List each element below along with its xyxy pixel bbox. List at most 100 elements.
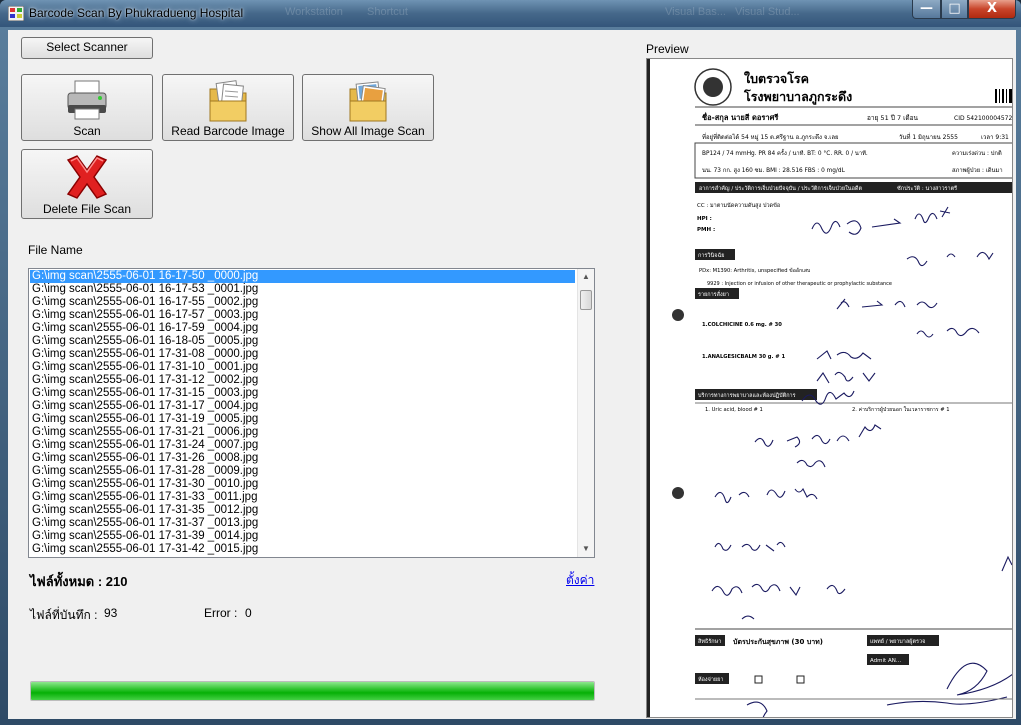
doc-service-2: 2. ค่าบริการผู้ป่วยนอก ในเวลาราชการ # 1 bbox=[852, 406, 950, 413]
doc-title: ใบตรวจโรค bbox=[744, 71, 809, 86]
doc-history-bar: อาการสำคัญ / ประวัติการเจ็บป่วยปัจจุบัน … bbox=[699, 184, 862, 192]
doc-services-bar: บริการทางการพยาบาลและห้องปฏิบัติการ bbox=[698, 392, 796, 399]
preview-label: Preview bbox=[646, 42, 689, 56]
maximize-button[interactable]: □ bbox=[941, 0, 968, 19]
saved-files-value: 93 bbox=[104, 606, 118, 620]
file-listbox[interactable]: G:\img scan\2555-06-01 16-17-50 _0000.jp… bbox=[28, 268, 595, 558]
show-all-images-button[interactable]: Show All Image Scan bbox=[302, 74, 434, 141]
doc-rx-1: 1.COLCHICINE 0.6 mg. # 30 bbox=[702, 322, 782, 328]
minimize-button[interactable]: — bbox=[912, 0, 941, 19]
scroll-thumb[interactable] bbox=[580, 290, 592, 310]
read-barcode-button[interactable]: Read Barcode Image bbox=[162, 74, 294, 141]
list-item[interactable]: G:\img scan\2555-06-01 17-31-19 _0005.jp… bbox=[30, 413, 575, 426]
doc-patient-age: อายุ 51 ปี 7 เดือน bbox=[867, 114, 919, 122]
doc-rx-bar: รายการสั่งยา bbox=[698, 290, 729, 298]
doc-pdx: PDx: M1390: Arthritis, unspecified ข้ออั… bbox=[699, 267, 810, 274]
doc-rx-2: 1.ANALGESICBALM 30 g. # 1 bbox=[702, 354, 785, 360]
file-list: G:\img scan\2555-06-01 16-17-50 _0000.jp… bbox=[30, 270, 575, 556]
list-item[interactable]: G:\img scan\2555-06-01 17-31-35 _0012.jp… bbox=[30, 504, 575, 517]
list-item[interactable]: G:\img scan\2555-06-01 17-31-24 _0007.jp… bbox=[30, 439, 575, 452]
progress-fill bbox=[31, 682, 594, 700]
total-files-label: ไฟล์ทั้งหมด : 210 bbox=[30, 574, 128, 589]
doc-patient-name: ชื่อ-สกุล นายสี ดอราศรี bbox=[702, 111, 779, 122]
doc-cc: CC : มาตามนัดความดันสูง ปวดข้อ bbox=[697, 202, 780, 209]
doc-service-1: 1. Uric acid, blood # 1 bbox=[705, 407, 763, 413]
list-item[interactable]: G:\img scan\2555-06-01 17-31-33 _0011.jp… bbox=[30, 491, 575, 504]
list-item[interactable]: G:\img scan\2555-06-01 17-31-28 _0009.jp… bbox=[30, 465, 575, 478]
list-item[interactable]: G:\img scan\2555-06-01 16-17-50 _0000.jp… bbox=[30, 270, 575, 283]
doc-history-right: ซักประวัติ : นางสาวราตรี bbox=[897, 185, 957, 192]
doc-admit: Admit AN... bbox=[870, 658, 901, 664]
scroll-down-arrow-icon[interactable]: ▼ bbox=[578, 541, 594, 557]
app-icon bbox=[8, 6, 24, 21]
doc-pmh: PMH : bbox=[697, 227, 715, 233]
doc-hpi: HPI : bbox=[697, 216, 712, 222]
doc-hospital-name: โรงพยาบาลภูกระดึง bbox=[743, 89, 852, 105]
maximize-icon: □ bbox=[948, 1, 961, 16]
list-item[interactable]: G:\img scan\2555-06-01 17-31-17 _0004.jp… bbox=[30, 400, 575, 413]
background-text: Shortcut bbox=[367, 6, 408, 18]
scan-button[interactable]: Scan bbox=[21, 74, 153, 141]
doc-procedure: 9929 : Injection or infusion of other th… bbox=[707, 281, 892, 287]
delete-file-button[interactable]: Delete File Scan bbox=[21, 149, 153, 219]
list-item[interactable]: G:\img scan\2555-06-01 16-17-57 _0003.jp… bbox=[30, 309, 575, 322]
settings-link[interactable]: ตั้งค่า bbox=[566, 571, 594, 590]
list-item[interactable]: G:\img scan\2555-06-01 17-31-39 _0014.jp… bbox=[30, 530, 575, 543]
doc-time: เวลา 9:31 bbox=[981, 134, 1009, 141]
close-icon: X bbox=[986, 1, 998, 16]
list-item[interactable]: G:\img scan\2555-06-01 17-31-10 _0001.jp… bbox=[30, 361, 575, 374]
doc-address: ที่อยู่ที่ติดต่อได้ 54 หมู่ 15 ต.ศรีฐาน … bbox=[702, 133, 839, 141]
list-item[interactable]: G:\img scan\2555-06-01 17-31-30 _0010.jp… bbox=[30, 478, 575, 491]
scroll-up-arrow-icon[interactable]: ▲ bbox=[578, 269, 594, 285]
file-name-label: File Name bbox=[28, 243, 83, 257]
saved-files-label: ไฟล์ที่บันทึก : bbox=[30, 608, 98, 622]
list-item[interactable]: G:\img scan\2555-06-01 17-31-37 _0013.jp… bbox=[30, 517, 575, 530]
preview-panel: ใบตรวจโรค โรงพยาบาลภูกระดึง ชื่อ-สกุล นา… bbox=[646, 58, 1013, 718]
doc-rights-bar: สิทธิรักษา bbox=[697, 638, 721, 645]
scanned-document-image: ใบตรวจโรค โรงพยาบาลภูกระดึง ชื่อ-สกุล นา… bbox=[647, 59, 1012, 717]
doc-pharmacy-bar: ห้องจ่ายยา bbox=[698, 676, 723, 683]
list-item[interactable]: G:\img scan\2555-06-01 17-31-08 _0000.jp… bbox=[30, 348, 575, 361]
delete-label: Delete File Scan bbox=[42, 202, 132, 216]
doc-urgency: ความเร่งด่วน : ปกติ bbox=[952, 150, 1002, 157]
scan-label: Scan bbox=[73, 124, 101, 138]
doc-patient-status: สภาพผู้ป่วย : เดินมา bbox=[952, 167, 1003, 174]
main-client-area: Select Scanner Scan Read Barcode Image S… bbox=[8, 30, 1016, 719]
doc-rights: บัตรประกันสุขภาพ (30 บาท) bbox=[733, 638, 823, 646]
list-item[interactable]: G:\img scan\2555-06-01 16-18-05 _0005.jp… bbox=[30, 335, 575, 348]
close-button[interactable]: X bbox=[968, 0, 1016, 19]
list-item[interactable]: G:\img scan\2555-06-01 16-17-53 _0001.jp… bbox=[30, 283, 575, 296]
doc-vitals-2: นน. 73 กก. สูง 160 ซม. BMI : 28.516 FBS … bbox=[702, 167, 846, 174]
minimize-icon: — bbox=[920, 1, 933, 16]
show-all-label: Show All Image Scan bbox=[311, 124, 425, 138]
background-text: Workstation bbox=[285, 6, 343, 18]
folder-documents-icon bbox=[209, 80, 247, 122]
background-text: Visual Stud... bbox=[735, 6, 800, 18]
read-barcode-label: Read Barcode Image bbox=[171, 124, 285, 138]
list-item[interactable]: G:\img scan\2555-06-01 17-31-21 _0006.jp… bbox=[30, 426, 575, 439]
select-scanner-label: Select Scanner bbox=[46, 40, 128, 54]
folder-pictures-icon bbox=[349, 81, 387, 122]
list-item[interactable]: G:\img scan\2555-06-01 17-31-12 _0002.jp… bbox=[30, 374, 575, 387]
doc-doctor-bar: แพทย์ / พยาบาลผู้ตรวจ bbox=[870, 638, 925, 645]
list-item[interactable]: G:\img scan\2555-06-01 16-17-55 _0002.jp… bbox=[30, 296, 575, 309]
list-item[interactable]: G:\img scan\2555-06-01 17-31-26 _0008.jp… bbox=[30, 452, 575, 465]
select-scanner-button[interactable]: Select Scanner bbox=[21, 37, 153, 59]
error-label: Error : bbox=[204, 606, 238, 620]
window-title: Barcode Scan By Phukradueng Hospital bbox=[29, 6, 244, 20]
hole-punch bbox=[672, 487, 684, 499]
error-value: 0 bbox=[245, 606, 252, 620]
title-bar[interactable]: Barcode Scan By Phukradueng Hospital Wor… bbox=[0, 0, 1021, 27]
app-window: Barcode Scan By Phukradueng Hospital Wor… bbox=[0, 0, 1021, 725]
vertical-scrollbar[interactable]: ▲ ▼ bbox=[577, 269, 594, 557]
doc-date: วันที่ 1 มิถุนายน 2555 bbox=[899, 133, 958, 141]
list-item[interactable]: G:\img scan\2555-06-01 17-31-42 _0015.jp… bbox=[30, 543, 575, 556]
list-item[interactable]: G:\img scan\2555-06-01 16-17-59 _0004.jp… bbox=[30, 322, 575, 335]
barcode bbox=[995, 89, 1012, 103]
hole-punch bbox=[672, 309, 684, 321]
doc-cid: CID 542100004572 bbox=[954, 115, 1012, 122]
list-item[interactable]: G:\img scan\2555-06-01 17-31-15 _0003.jp… bbox=[30, 387, 575, 400]
printer-icon bbox=[67, 80, 107, 120]
scan-progress-bar bbox=[30, 681, 595, 701]
doc-diagnosis-bar: การวินิจฉัย bbox=[698, 252, 724, 259]
